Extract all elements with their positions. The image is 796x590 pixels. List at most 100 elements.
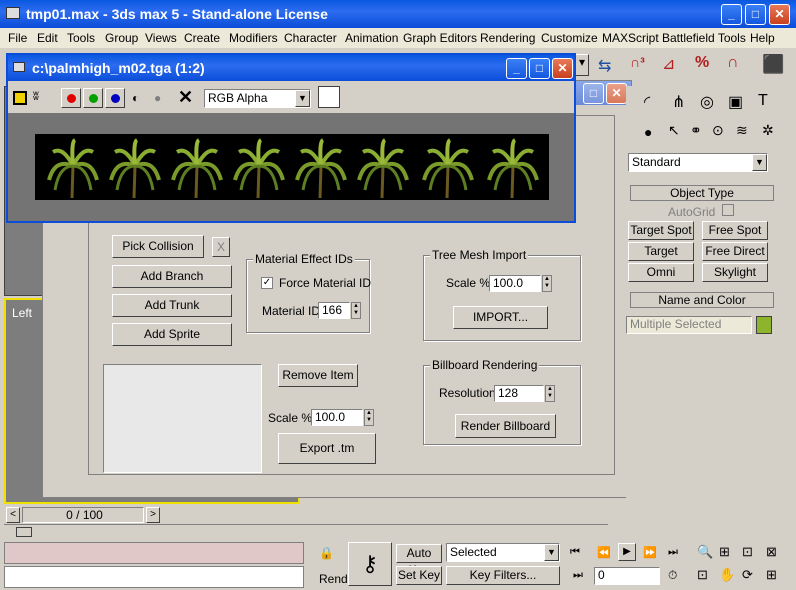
play-button[interactable]: ▶ <box>618 543 636 561</box>
clear-icon[interactable]: ✕ <box>178 87 193 108</box>
auto-key-button[interactable]: Auto Key <box>396 544 442 577</box>
add-sprite-button[interactable]: Add Sprite <box>112 323 232 346</box>
minimize-button[interactable]: _ <box>721 4 742 25</box>
hierarchy-tab-icon[interactable]: ⋔ <box>672 92 685 112</box>
tool-dialog-close-button[interactable]: ✕ <box>606 83 627 104</box>
force-material-checkbox[interactable]: ✓ <box>261 277 273 289</box>
free-direct-button[interactable]: Free Direct <box>702 242 768 261</box>
alpha-channel-icon[interactable]: ◐ <box>132 91 139 105</box>
pan-icon[interactable]: ✋ <box>719 567 735 583</box>
category-dropdown[interactable]: Standard ▼ <box>628 153 768 172</box>
menu-animation[interactable]: Animation <box>345 31 398 45</box>
time-prev-button[interactable]: < <box>6 507 20 523</box>
key-filters-button[interactable]: Key Filters... <box>446 566 560 585</box>
maxscript-listener-white[interactable] <box>4 566 304 588</box>
key-selection-dropdown[interactable]: Selected ▼ <box>446 543 560 562</box>
zoom-icon[interactable]: 🔍 <box>697 544 713 560</box>
angle-snap-icon[interactable]: ⊿ <box>662 54 688 80</box>
remove-item-button[interactable]: Remove Item <box>278 364 358 387</box>
menu-file[interactable]: File <box>8 31 27 45</box>
field-of-view-icon[interactable]: ⊡ <box>697 567 708 583</box>
pick-collision-button[interactable]: Pick Collision <box>112 235 204 258</box>
toolbar-dropdown-stub[interactable]: ▾ <box>575 54 589 76</box>
time-slider[interactable]: 0 / 100 <box>22 507 144 523</box>
lights-icon[interactable]: ⚭ <box>690 122 702 139</box>
autogrid-checkbox[interactable] <box>722 204 734 216</box>
arc-rotate-icon[interactable]: ⟳ <box>742 567 753 583</box>
target-direct-button[interactable]: Target Direct <box>628 242 694 275</box>
key-mode-button[interactable]: ⚷ <box>348 542 392 586</box>
add-trunk-button[interactable]: Add Trunk <box>112 294 232 317</box>
goto-end-icon[interactable]: ⏭ <box>668 546 678 559</box>
scale-input[interactable]: 100.0 <box>311 409 363 426</box>
menu-group[interactable]: Group <box>105 31 138 45</box>
current-frame-input[interactable]: 0 <box>594 567 660 585</box>
menu-create[interactable]: Create <box>184 31 220 45</box>
save-icon[interactable] <box>13 91 27 105</box>
free-spot-button[interactable]: Free Spot <box>702 221 768 240</box>
red-channel-button[interactable] <box>61 88 81 108</box>
object-type-header[interactable]: Object Type <box>630 185 774 201</box>
material-id-input[interactable]: 166 <box>318 302 350 319</box>
spacewarps-icon[interactable]: ≋ <box>736 122 748 139</box>
menu-battlefield-tools[interactable]: Battlefield Tools <box>662 31 746 45</box>
tree-scale-input[interactable]: 100.0 <box>489 275 541 292</box>
zoom-extents-all-icon[interactable]: ⊠ <box>766 544 777 560</box>
menu-graph-editors[interactable]: Graph Editors <box>403 31 477 45</box>
systems-icon[interactable]: ✲ <box>762 122 774 139</box>
menu-tools[interactable]: Tools <box>67 31 95 45</box>
object-name-input[interactable]: Multiple Selected <box>626 316 752 334</box>
image-close-button[interactable]: ✕ <box>552 58 573 79</box>
export-tm-button[interactable]: Export .tm <box>278 433 376 464</box>
menu-modifiers[interactable]: Modifiers <box>229 31 278 45</box>
channel-dropdown[interactable]: RGB Alpha ▼ <box>204 89 311 108</box>
maximize-button[interactable]: □ <box>745 4 766 25</box>
goto-start-icon[interactable]: ⏮ <box>570 546 580 559</box>
color-swatch[interactable] <box>318 86 340 108</box>
target-spot-button[interactable]: Target Spot <box>628 221 694 240</box>
name-and-color-header[interactable]: Name and Color <box>630 292 774 308</box>
menu-maxscript[interactable]: MAXScript <box>602 31 659 45</box>
material-id-spinner[interactable]: ▲ ▼ <box>351 302 361 319</box>
maxscript-listener-pink[interactable] <box>4 542 304 564</box>
tree-scale-spinner[interactable]: ▲ ▼ <box>542 275 552 292</box>
tool-dialog-restore-button[interactable]: □ <box>583 83 604 104</box>
omni-button[interactable]: Omni <box>628 263 694 282</box>
skylight-button[interactable]: Skylight <box>702 263 768 282</box>
green-channel-button[interactable] <box>83 88 103 108</box>
bind-icon[interactable]: ⇆ <box>598 56 618 76</box>
scale-spinner[interactable]: ▲ ▼ <box>364 409 374 426</box>
set-key-button[interactable]: Set Key <box>396 566 442 585</box>
time-next-button[interactable]: > <box>146 507 160 523</box>
collision-clear-button[interactable]: X <box>212 237 230 257</box>
time-config-icon[interactable]: ⏱ <box>668 568 677 583</box>
menu-edit[interactable]: Edit <box>37 31 58 45</box>
monochrome-icon[interactable]: ● <box>154 91 161 105</box>
geometry-icon[interactable]: ● <box>644 124 652 140</box>
menu-views[interactable]: Views <box>145 31 177 45</box>
track-bar-icon[interactable] <box>16 527 32 537</box>
menu-customize[interactable]: Customize <box>541 31 598 45</box>
image-minimize-button[interactable]: _ <box>506 58 527 79</box>
next-frame-icon[interactable]: ⏩ <box>643 546 657 559</box>
blue-channel-button[interactable] <box>105 88 125 108</box>
track-bar[interactable] <box>4 524 608 540</box>
key-mode-toggle-icon[interactable]: ⏭ <box>573 569 583 582</box>
lock-icon[interactable]: 🔒 <box>319 546 334 560</box>
object-color-swatch[interactable] <box>756 316 772 334</box>
add-branch-button[interactable]: Add Branch <box>112 265 232 288</box>
menu-help[interactable]: Help <box>750 31 775 45</box>
maximize-viewport-icon[interactable]: ⊞ <box>766 567 777 583</box>
snap-3-icon[interactable]: ∩³ <box>630 54 656 80</box>
utilities-tab-icon[interactable]: T <box>758 92 768 110</box>
menu-rendering[interactable]: Rendering <box>480 31 535 45</box>
resolution-input[interactable]: 128 <box>494 385 544 402</box>
named-selection-icon[interactable]: ⬛ <box>762 54 788 80</box>
render-billboard-button[interactable]: Render Billboard <box>455 414 556 438</box>
clone-icon[interactable]: ʬ <box>33 89 51 105</box>
close-button[interactable]: ✕ <box>769 4 790 25</box>
spinner-snap-icon[interactable]: ∩ <box>727 54 753 80</box>
shapes-icon[interactable]: ↖ <box>668 122 680 139</box>
zoom-extents-icon[interactable]: ⊡ <box>742 544 753 560</box>
zoom-all-icon[interactable]: ⊞ <box>719 544 730 560</box>
